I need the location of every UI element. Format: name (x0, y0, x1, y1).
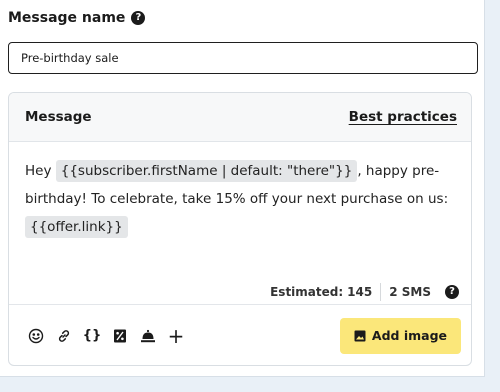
message-name-input[interactable] (8, 42, 478, 74)
message-editor-panel: Message name ? Message Best practices He… (0, 0, 485, 377)
best-practices-link[interactable]: Best practices (349, 109, 457, 125)
braces-icon[interactable]: {} (79, 323, 105, 349)
message-title: Message (25, 109, 92, 125)
emoji-icon[interactable] (23, 323, 49, 349)
sms-count: 2 SMS (389, 285, 431, 299)
help-icon[interactable]: ? (445, 285, 459, 299)
help-icon[interactable]: ? (131, 11, 146, 25)
message-name-label: Message name ? (8, 8, 146, 28)
variable-token-first-name[interactable]: {{subscriber.firstName | default: "there… (55, 160, 358, 182)
message-name-label-text: Message name (8, 10, 126, 26)
variable-token-offer-link[interactable]: {{offer.link}} (25, 216, 128, 238)
estimate-label: Estimated: (270, 285, 344, 299)
message-text: Hey (25, 163, 56, 179)
plus-icon[interactable]: + (163, 323, 189, 349)
message-box: Message Best practices Hey {{subscriber.… (8, 92, 472, 366)
add-image-label: Add image (371, 328, 447, 343)
message-toolbar: {} + Add image (9, 304, 471, 365)
add-image-button[interactable]: Add image (339, 317, 461, 354)
estimate-divider (380, 283, 382, 301)
message-header: Message Best practices (9, 93, 471, 142)
image-icon (354, 330, 366, 341)
link-icon[interactable] (51, 323, 77, 349)
estimate-count: 145 (347, 285, 373, 299)
bell-icon[interactable] (135, 323, 161, 349)
discount-icon[interactable] (107, 323, 133, 349)
sms-estimate: Estimated: 145 2 SMS ? (270, 283, 459, 301)
message-textarea[interactable]: Hey {{subscriber.firstName | default: "t… (9, 142, 471, 277)
